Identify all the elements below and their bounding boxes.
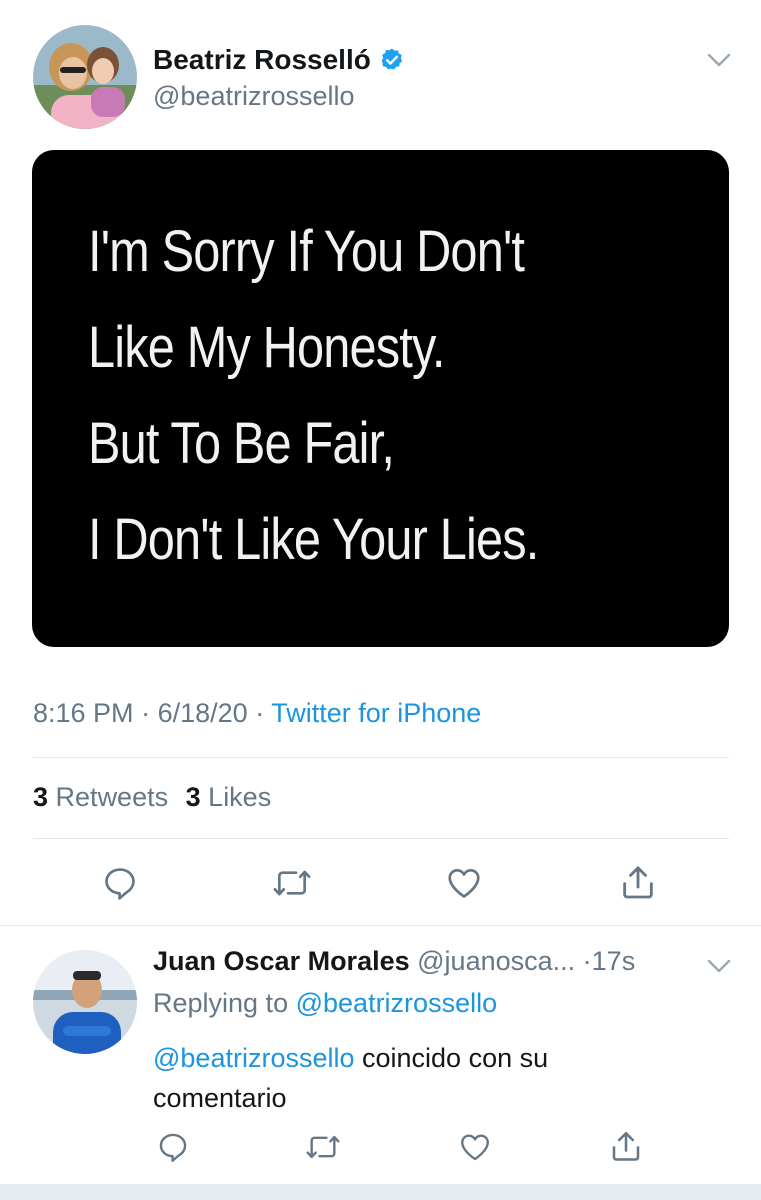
retweet-icon[interactable]: [304, 1130, 342, 1164]
retweets-stat[interactable]: 3 Retweets: [33, 782, 176, 812]
reply-author-handle[interactable]: @juanosca...: [417, 946, 575, 976]
divider: [33, 757, 729, 758]
tweet-image[interactable]: I'm Sorry If You Don't Like My Honesty. …: [32, 150, 729, 647]
retweets-label: Retweets: [55, 782, 169, 812]
likes-stat[interactable]: 3 Likes: [186, 782, 272, 812]
verified-badge-icon: [379, 47, 405, 73]
likes-label: Likes: [208, 782, 272, 812]
bottom-strip: [0, 1184, 761, 1200]
reply-body-line: @beatrizrossello coincido con su: [153, 1038, 548, 1078]
reply-icon[interactable]: [101, 864, 139, 902]
meta-separator: ·: [255, 698, 265, 728]
author-name[interactable]: Beatriz Rosselló: [153, 44, 371, 76]
author-avatar[interactable]: [33, 25, 137, 129]
image-quote-text: I'm Sorry If You Don't Like My Honesty. …: [88, 204, 539, 588]
heart-icon[interactable]: [444, 864, 484, 902]
tweet-meta: 8:16 PM · 6/18/20 · Twitter for iPhone: [33, 698, 481, 729]
chevron-down-icon[interactable]: [706, 50, 732, 70]
replying-label: Replying to: [153, 988, 289, 1018]
reply-body: @beatrizrossello coincido con su comenta…: [153, 1038, 548, 1118]
share-icon[interactable]: [618, 862, 658, 902]
reply-header: Juan Oscar Morales @juanosca... ·17s: [153, 946, 635, 977]
image-text-line: But To Be Fair,: [88, 411, 395, 476]
chevron-down-icon[interactable]: [706, 956, 732, 976]
replying-to: Replying to @beatrizrossello: [153, 988, 497, 1019]
retweet-icon[interactable]: [271, 864, 313, 902]
divider: [33, 838, 729, 839]
meta-separator: ·: [582, 946, 592, 976]
reply-author-avatar[interactable]: [33, 950, 137, 1054]
tweet-date[interactable]: 6/18/20: [158, 698, 248, 728]
reply-body-line: comentario: [153, 1083, 287, 1113]
retweets-count: 3: [33, 782, 49, 812]
heart-icon[interactable]: [457, 1130, 493, 1164]
reply-age[interactable]: 17s: [592, 946, 636, 976]
meta-separator: ·: [141, 698, 151, 728]
image-text-line: I Don't Like Your Lies.: [88, 507, 539, 572]
author-handle[interactable]: @beatrizrossello: [153, 81, 355, 112]
reply-text: coincido con su: [362, 1043, 549, 1073]
tweet-source-link[interactable]: Twitter for iPhone: [271, 698, 481, 728]
reply-icon[interactable]: [156, 1130, 190, 1164]
likes-count: 3: [185, 782, 201, 812]
image-text-line: Like My Honesty.: [88, 315, 445, 380]
divider: [0, 925, 761, 926]
author-name-row: Beatriz Rosselló: [153, 42, 405, 78]
tweet-time[interactable]: 8:16 PM: [33, 698, 134, 728]
replying-handle-link[interactable]: @beatrizrossello: [296, 988, 498, 1018]
reply-author-name[interactable]: Juan Oscar Morales: [153, 946, 410, 976]
image-text-line: I'm Sorry If You Don't: [88, 219, 525, 284]
reply-mention-link[interactable]: @beatrizrossello: [153, 1043, 355, 1073]
tweet-stats: 3 Retweets 3 Likes: [33, 782, 271, 813]
share-icon[interactable]: [608, 1128, 644, 1164]
